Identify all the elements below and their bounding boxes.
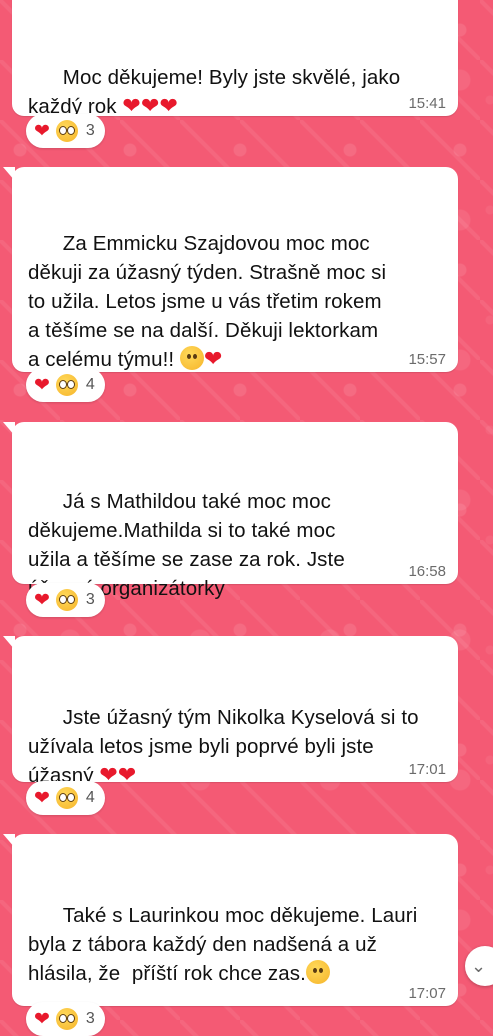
red-heart-reaction-icon: ❤ [34, 374, 50, 396]
red-heart-reaction-icon: ❤ [34, 787, 50, 809]
red-heart-reaction-icon: ❤ [34, 120, 50, 142]
message-bubble[interactable]: Moc děkujeme! Byly jste skvělé, jako kaž… [12, 0, 458, 119]
reactions-pill[interactable]: ❤ 4 [26, 368, 105, 402]
message-bubble[interactable]: Já s Mathildou také moc moc děkujeme.Mat… [3, 422, 458, 600]
message-time: 15:41 [408, 95, 446, 112]
message-text: Také s Laurinkou moc děkujeme. Lauri byl… [28, 904, 418, 985]
pleading-face-reaction-icon [55, 120, 78, 142]
pleading-face-reaction-icon [55, 787, 78, 809]
reaction-count: 4 [85, 789, 95, 806]
message-time: 16:58 [408, 563, 446, 580]
red-heart-emoji: ❤❤❤ [122, 94, 179, 119]
pleading-face-reaction-icon [55, 1008, 78, 1030]
reactions-pill[interactable]: ❤ 4 [26, 781, 105, 815]
smiling-face-with-hearts-emoji [305, 960, 330, 984]
reaction-count: 3 [85, 122, 95, 139]
red-heart-emoji: ❤❤ [99, 763, 137, 788]
message-time: 17:07 [408, 985, 446, 1002]
red-heart-emoji: ❤ [204, 347, 223, 372]
message-time: 15:57 [408, 351, 446, 368]
reaction-count: 3 [85, 1010, 95, 1027]
reactions-pill[interactable]: ❤ 3 [26, 583, 105, 617]
reactions-pill[interactable]: ❤ 3 [26, 114, 105, 148]
reaction-count: 3 [85, 591, 95, 608]
message-bubble[interactable]: Také s Laurinkou moc děkujeme. Lauri byl… [3, 834, 458, 1006]
pleading-face-reaction-icon [55, 374, 78, 396]
message-time: 17:01 [408, 761, 446, 778]
scroll-to-bottom-button[interactable]: ⌄ [465, 946, 493, 986]
reactions-pill[interactable]: ❤ 3 [26, 1002, 105, 1036]
pleading-face-reaction-icon [55, 589, 78, 611]
red-heart-reaction-icon: ❤ [34, 1008, 50, 1030]
double-chevron-down-icon: ⌄ [471, 955, 487, 976]
chat-area[interactable]: Moc děkujeme! Byly jste skvělé, jako kaž… [0, 0, 493, 1036]
message-bubble[interactable]: Jste úžasný tým Nikolka Kyselová si to u… [3, 636, 458, 788]
message-bubble[interactable]: Za Emmicku Szajdovou moc moc děkuji za ú… [3, 167, 458, 372]
reaction-count: 4 [85, 376, 95, 393]
partying-face-emoji [180, 346, 204, 370]
red-heart-reaction-icon: ❤ [34, 589, 50, 611]
